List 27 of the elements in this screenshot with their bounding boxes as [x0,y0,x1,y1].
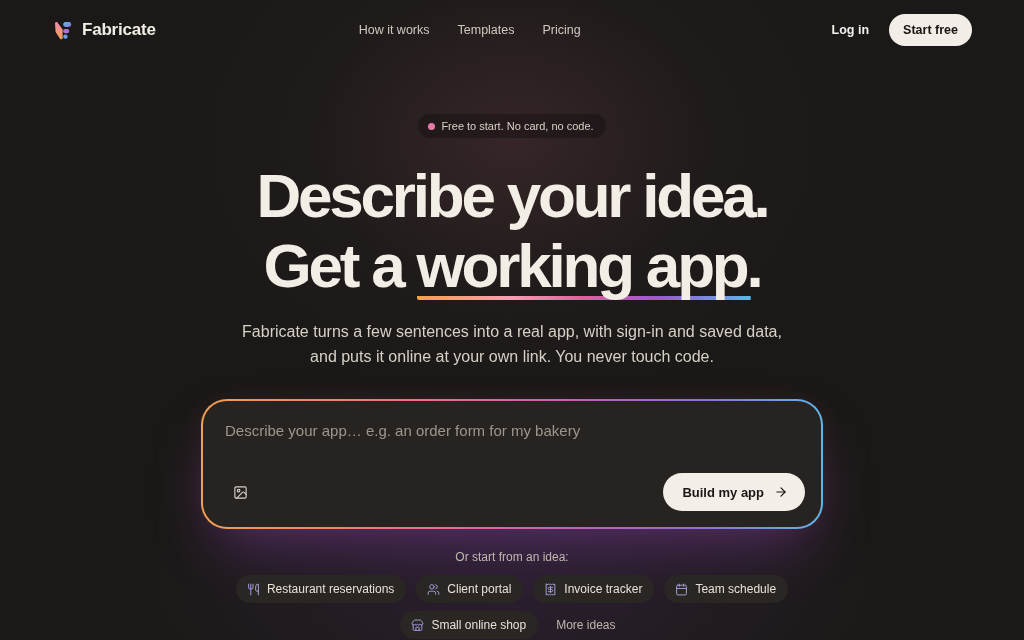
utensils-icon [246,582,260,596]
start-free-button[interactable]: Start free [889,14,972,46]
idea-chip[interactable]: Team schedule [664,575,789,603]
build-app-button[interactable]: Build my app [663,473,805,511]
store-icon [411,618,425,632]
calendar-icon [675,582,689,596]
nav-link[interactable]: How it works [358,23,430,37]
status-dot-icon [428,122,436,130]
idea-chip[interactable]: Invoice tracker [533,575,655,603]
ideas-label: Or start from an idea: [455,549,569,565]
headline: Describe your idea. Get a working app. [256,161,768,301]
idea-chip[interactable]: Client portal [416,575,524,603]
nav-link[interactable]: Templates [457,23,515,37]
subtitle: Fabricate turns a few sentences into a real app, with sign-in and saved data, and puts it online at your own link. You never touch code. [241,322,783,367]
arrow-right-icon [774,485,788,499]
prompt-input[interactable]: Describe your app… e.g. an order form for my bakery [223,419,805,443]
badge-text: Free to start. No card, no code. [441,120,594,132]
image-icon [232,484,248,500]
login-link[interactable]: Log in [831,23,870,37]
receipt-icon [544,582,558,596]
nav-link[interactable]: Pricing [542,23,581,37]
brand-name: Fabricate [82,20,156,40]
users-icon [427,582,441,596]
idea-chip[interactable]: Small online shop [400,611,539,639]
more-ideas-link[interactable]: More ideas [548,611,624,639]
logo-icon [54,20,72,40]
idea-chip[interactable]: Restaurant reservations [235,575,407,603]
